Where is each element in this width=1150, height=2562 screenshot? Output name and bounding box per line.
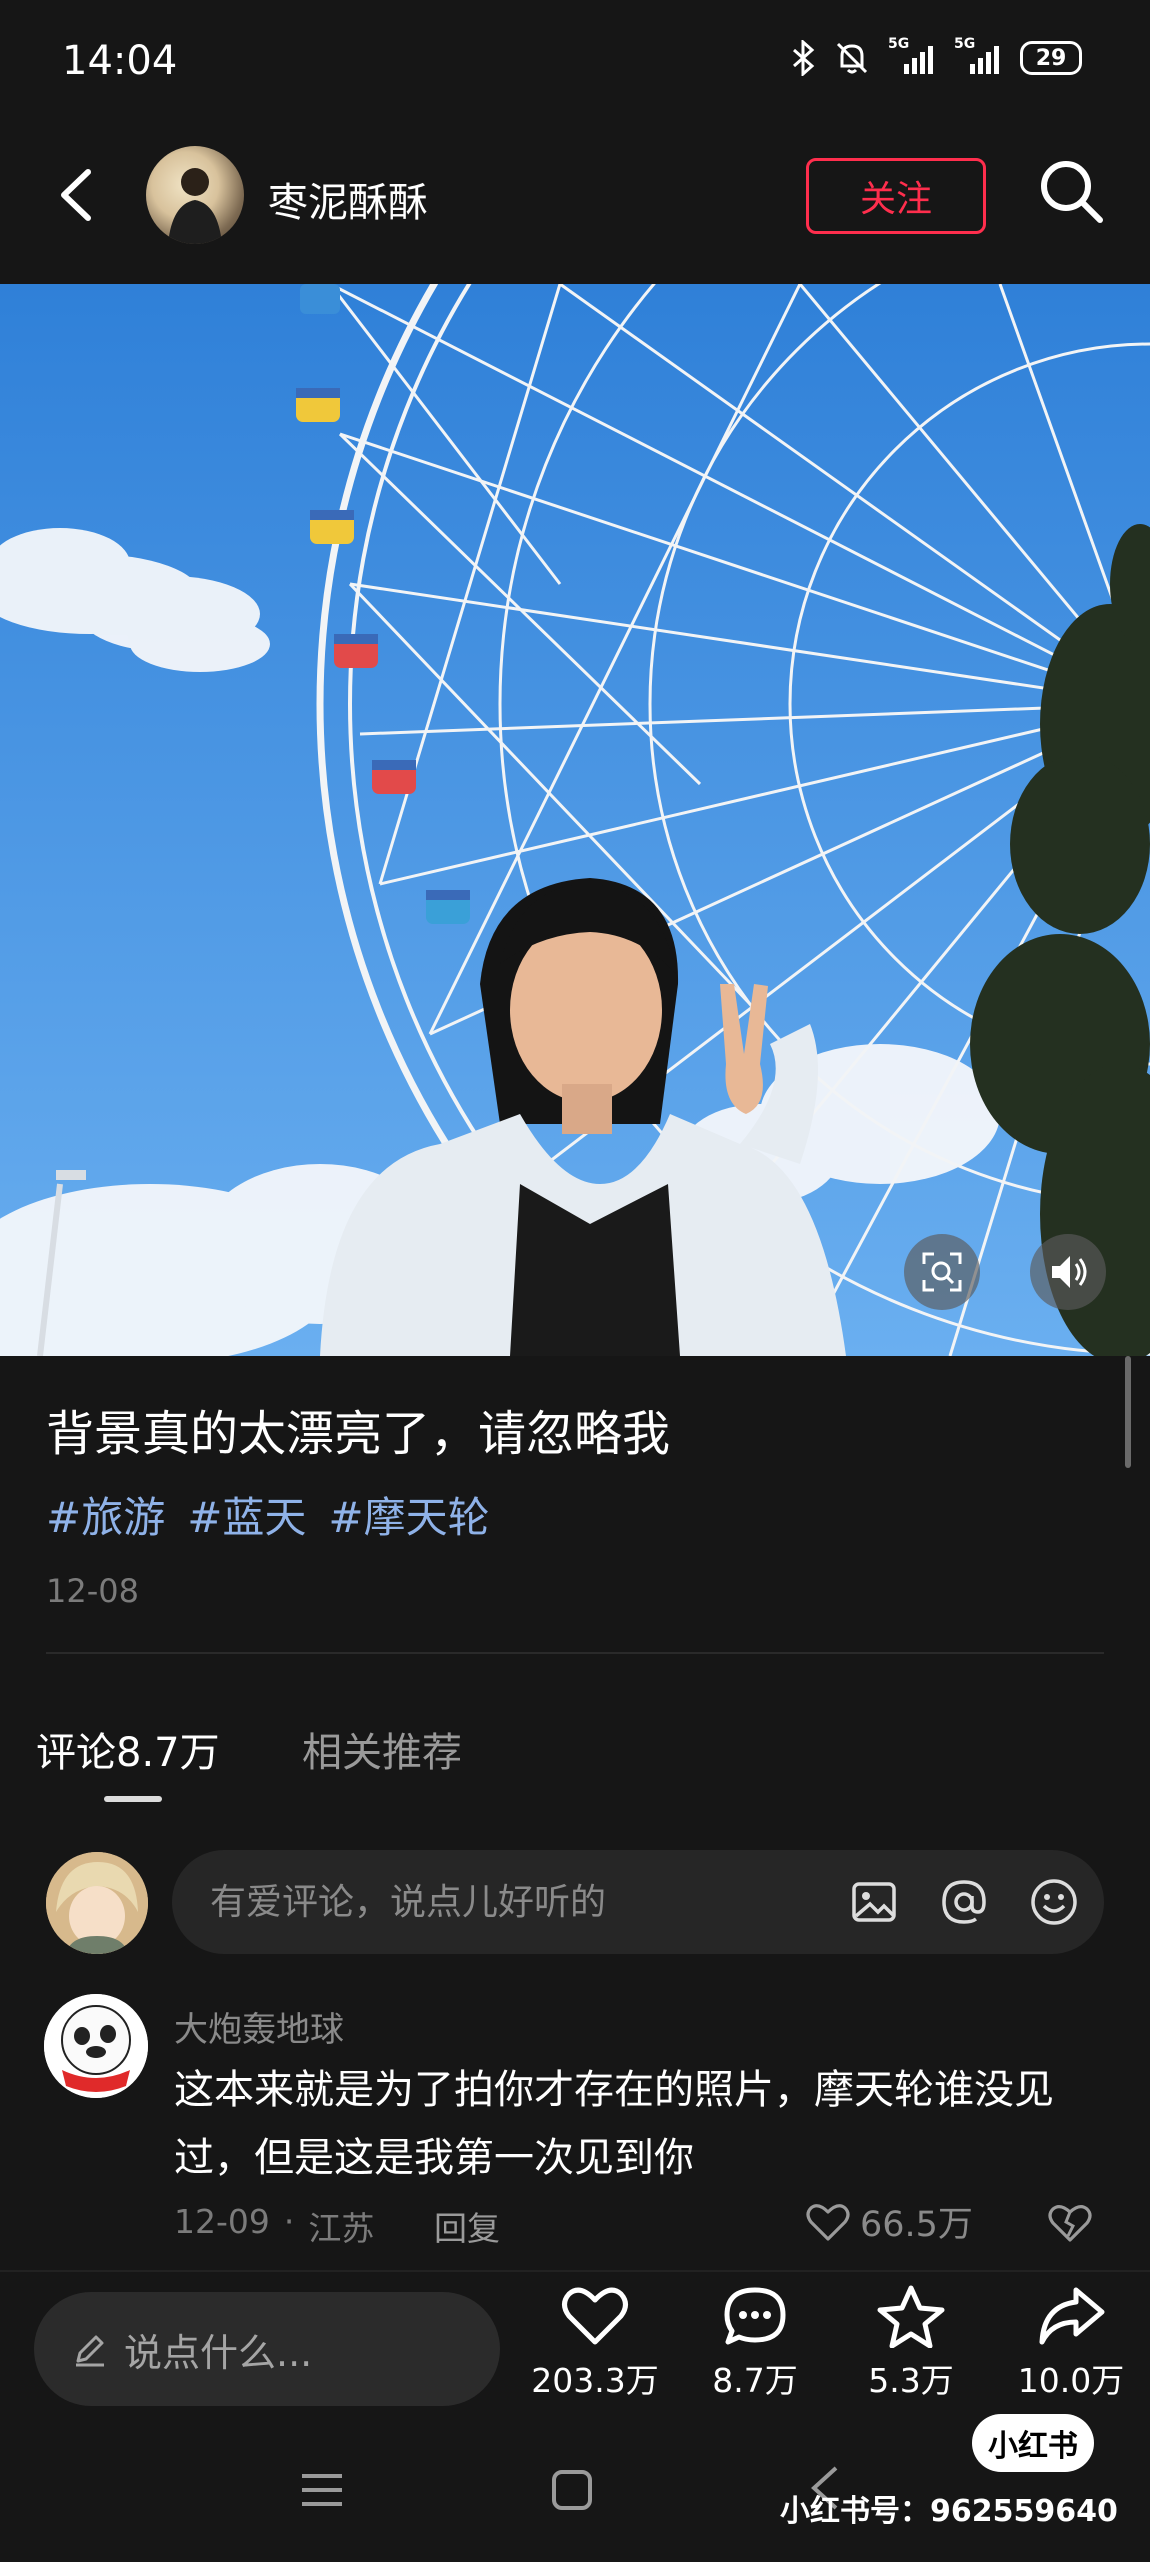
tab-comments[interactable]: 评论8.7万 xyxy=(36,1720,220,1778)
comment-button[interactable]: 8.7万 xyxy=(680,2284,830,2402)
divider xyxy=(46,1652,1104,1654)
image-icon[interactable] xyxy=(848,1876,900,1928)
author-name[interactable]: 枣泥酥酥 xyxy=(268,170,428,228)
share-button[interactable]: 10.0万 xyxy=(996,2284,1146,2402)
tag-link[interactable]: #旅游 xyxy=(46,1484,165,1545)
comment-text: 这本来就是为了拍你才存在的照片，摩天轮谁没见过，但是这是我第一次见到你 xyxy=(174,2067,1054,2181)
say-placeholder: 说点什么... xyxy=(124,2330,313,2375)
author-avatar[interactable] xyxy=(146,146,244,244)
heart-icon xyxy=(806,2203,850,2241)
mute-bell-icon xyxy=(836,42,868,74)
my-avatar xyxy=(46,1852,148,1954)
back-arrow-icon[interactable] xyxy=(48,160,108,230)
comment-count: 8.7万 xyxy=(712,2361,798,2400)
post-title: 背景真的太漂亮了，请忽略我 xyxy=(46,1406,671,1462)
bluetooth-icon xyxy=(793,40,815,76)
volume-icon[interactable] xyxy=(1030,1234,1106,1310)
watermark-id: 小红书号：962559640 xyxy=(780,2494,1118,2529)
comment-location: 江苏 xyxy=(308,2209,375,2248)
tab-indicator xyxy=(104,1796,162,1802)
say-something-input[interactable]: 说点什么... xyxy=(34,2292,500,2406)
battery-icon: 29 xyxy=(1020,41,1082,75)
tab-related[interactable]: 相关推荐 xyxy=(302,1720,462,1778)
comment-date: 12-09 xyxy=(174,2202,270,2241)
post-photo[interactable] xyxy=(0,284,1150,1356)
scan-icon[interactable] xyxy=(904,1234,980,1310)
follow-button[interactable]: 关注 xyxy=(806,158,986,234)
home-square-icon[interactable] xyxy=(550,2468,594,2512)
share-count: 10.0万 xyxy=(1017,2361,1125,2400)
favorite-button[interactable]: 5.3万 xyxy=(836,2284,986,2402)
favorite-count: 5.3万 xyxy=(868,2361,954,2400)
comment-input-box[interactable] xyxy=(172,1850,1104,1954)
comment-author[interactable]: 大炮轰地球 xyxy=(174,2002,344,2051)
post-date: 12-08 xyxy=(46,1572,139,1610)
comment-like-button[interactable]: 66.5万 xyxy=(806,2196,973,2247)
broken-heart-icon[interactable] xyxy=(1046,2198,1094,2246)
share-arrow-icon xyxy=(1039,2287,1105,2345)
status-icons: 5G 5G 29 xyxy=(790,36,1082,76)
comment-bubble-icon xyxy=(724,2287,786,2345)
status-time: 14:04 xyxy=(62,38,178,84)
comment-input[interactable] xyxy=(208,1880,812,1924)
emoji-icon[interactable] xyxy=(1028,1876,1080,1928)
reply-button[interactable]: 回复 xyxy=(434,2202,500,2250)
star-icon xyxy=(877,2285,945,2348)
scrollbar[interactable] xyxy=(1125,1356,1131,1468)
pencil-icon xyxy=(76,2335,104,2367)
signal-icon: 5G xyxy=(954,36,1002,76)
like-button[interactable]: 203.3万 xyxy=(520,2284,670,2402)
like-count: 203.3万 xyxy=(531,2361,659,2400)
tag-link[interactable]: #摩天轮 xyxy=(328,1484,489,1545)
separator-dot: · xyxy=(283,2202,295,2241)
commenter-avatar[interactable] xyxy=(44,1994,148,2098)
tag-list: #旅游 #蓝天 #摩天轮 xyxy=(46,1484,490,1545)
mention-icon[interactable] xyxy=(938,1876,990,1928)
comment-like-count: 66.5万 xyxy=(860,2205,973,2245)
search-icon[interactable] xyxy=(1036,156,1106,226)
menu-icon[interactable] xyxy=(298,2468,346,2512)
tag-link[interactable]: #蓝天 xyxy=(187,1484,306,1545)
xiaohongshu-logo: 小红书 xyxy=(972,2414,1094,2472)
heart-icon xyxy=(562,2287,628,2345)
signal-icon: 5G xyxy=(888,36,936,76)
comment-meta: 12-09 · 江苏 xyxy=(174,2202,374,2250)
